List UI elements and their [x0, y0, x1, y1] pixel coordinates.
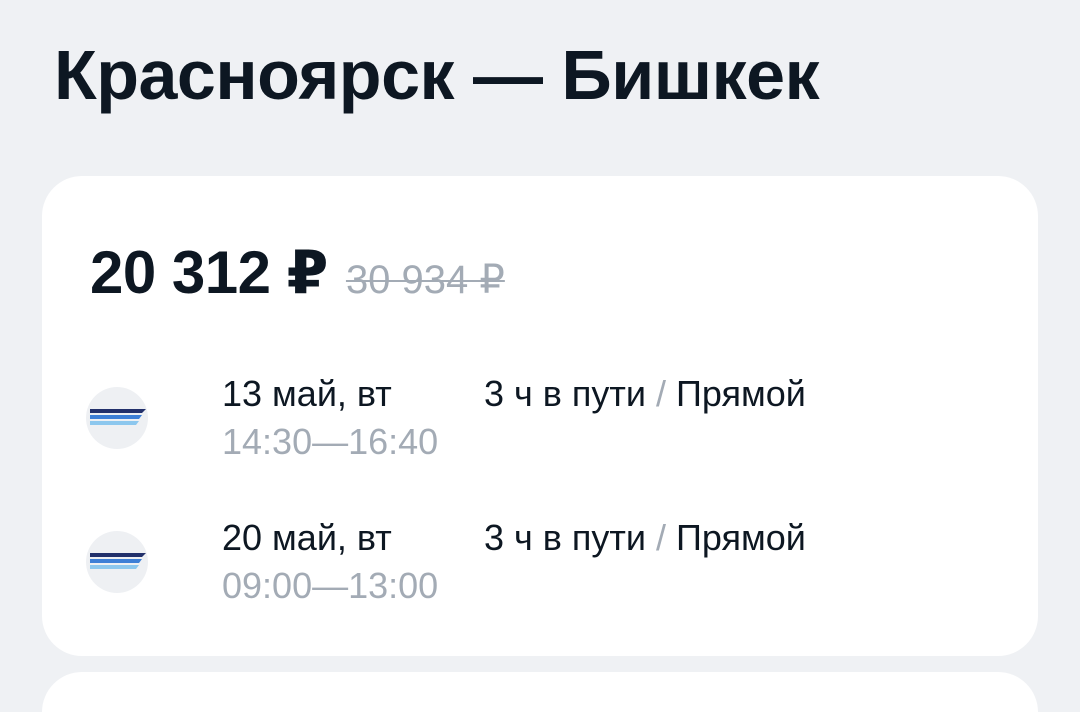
next-ticket-card[interactable]	[42, 672, 1038, 712]
ticket-card[interactable]: 20 312 ₽ 30 934 ₽ 13 май, вт 14:30—16:40…	[42, 176, 1038, 656]
ticket-price: 20 312 ₽	[90, 239, 328, 306]
segment-times: 09:00—13:00	[222, 564, 438, 608]
flight-segment-return: 20 май, вт 09:00—13:00 3 ч в пути / Прям…	[86, 516, 986, 626]
airline-logo-icon	[86, 531, 148, 593]
page-title: Красноярск — Бишкек	[54, 36, 820, 114]
segment-info: 3 ч в пути / Прямой	[484, 372, 806, 416]
segment-info: 3 ч в пути / Прямой	[484, 516, 806, 560]
flight-stops: Прямой	[676, 517, 806, 558]
time-separator: —	[312, 565, 349, 606]
arrival-time: 16:40	[348, 421, 439, 462]
flight-segment-outbound: 13 май, вт 14:30—16:40 3 ч в пути / Прям…	[86, 372, 986, 482]
flight-duration: 3 ч в пути	[484, 373, 646, 414]
departure-time: 09:00	[222, 565, 313, 606]
time-separator: —	[312, 421, 349, 462]
segment-times: 14:30—16:40	[222, 420, 438, 464]
price-row: 20 312 ₽ 30 934 ₽	[90, 238, 505, 308]
airline-logo-icon	[86, 387, 148, 449]
info-separator: /	[656, 373, 667, 414]
arrival-time: 13:00	[348, 565, 439, 606]
info-separator: /	[656, 517, 667, 558]
ticket-old-price: 30 934 ₽	[345, 258, 505, 302]
segment-date: 13 май, вт	[222, 373, 392, 414]
departure-time: 14:30	[222, 421, 313, 462]
flight-duration: 3 ч в пути	[484, 517, 646, 558]
flight-stops: Прямой	[676, 373, 806, 414]
segment-date: 20 май, вт	[222, 517, 392, 558]
